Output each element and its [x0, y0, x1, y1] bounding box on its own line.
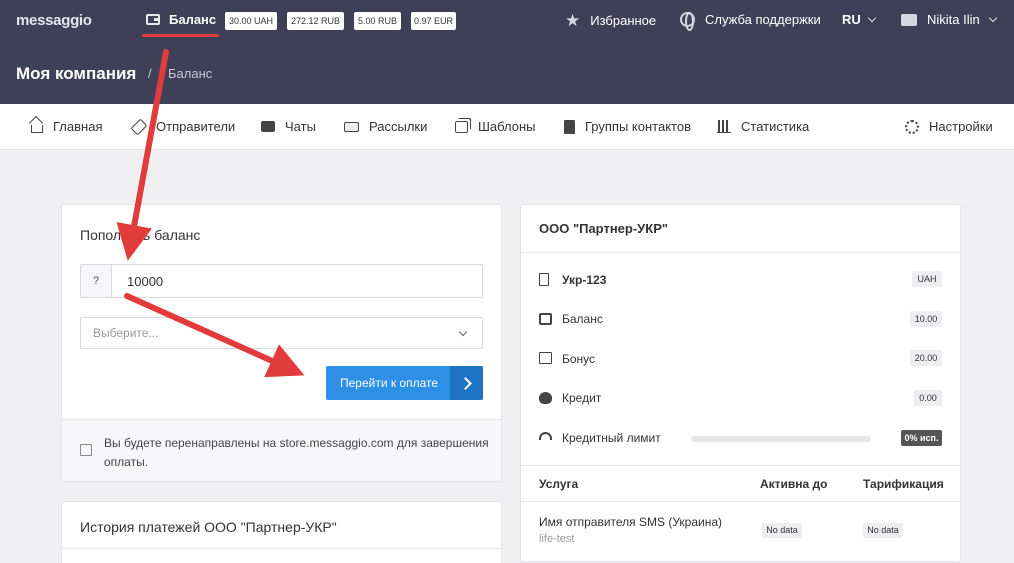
home-icon: [31, 125, 43, 133]
go-to-payment-button[interactable]: Перейти к оплате: [326, 366, 483, 400]
currency-badge-uah: 30.00 UAH: [225, 12, 277, 30]
balance-row-label: Баланс: [562, 312, 603, 326]
wallet-icon: [539, 313, 552, 325]
divider: [521, 501, 960, 502]
nav-item-campaigns[interactable]: Рассылки: [344, 119, 427, 134]
wallet-icon: [146, 14, 160, 25]
table-header-service: Услуга: [539, 477, 579, 491]
credit-limit-label: Кредитный лимит: [562, 431, 661, 445]
service-sender: life-test: [539, 533, 575, 545]
stats-icon: [717, 120, 731, 133]
gift-icon: [539, 352, 552, 364]
star-icon: ★: [565, 11, 581, 30]
nav-item-label: Рассылки: [369, 119, 428, 134]
redirect-note-text: Вы будете перенаправлены на store.messag…: [104, 436, 489, 469]
support-label: Служба поддержки: [705, 12, 821, 27]
nav-item-label: Чаты: [285, 119, 316, 134]
select-placeholder: Выберите...: [93, 326, 159, 340]
globe-icon: [680, 12, 695, 31]
chevron-down-icon: [458, 327, 468, 337]
tag-icon: [130, 118, 148, 135]
currency-badge-eur: 0.97 EUR: [411, 12, 456, 30]
nav-item-senders[interactable]: Отправители: [130, 118, 236, 135]
balance-label: Баланс: [169, 12, 217, 27]
top-bar: messaggio Баланс 30.00 UAH 272.12 RUB 5.…: [0, 0, 1014, 104]
nav-item-label: Отправители: [156, 119, 236, 134]
user-name: Nikita Ilin: [927, 12, 980, 27]
gear-icon: [905, 119, 919, 134]
active-until-value: No data: [762, 523, 802, 538]
breadcrumb-current: Баланс: [168, 66, 213, 81]
id-card-icon: [901, 13, 917, 26]
breadcrumb-company[interactable]: Моя компания: [16, 64, 136, 84]
amount-addon: ?: [81, 265, 112, 297]
language-label: RU: [842, 12, 861, 27]
nav-item-statistics[interactable]: Статистика: [717, 119, 809, 134]
amount-input[interactable]: ? 10000: [80, 264, 483, 298]
external-link-icon: [80, 444, 92, 456]
chevron-down-icon: [988, 13, 997, 23]
nav-item-chats[interactable]: Чаты: [261, 119, 316, 134]
go-to-payment-label: Перейти к оплате: [340, 376, 439, 390]
divider: [521, 465, 960, 466]
chevron-right-icon: [450, 366, 483, 400]
redirect-note: Вы будете перенаправлены на store.messag…: [62, 419, 501, 481]
nav-item-label: Статистика: [741, 119, 810, 134]
contacts-book-icon: [564, 119, 575, 134]
document-icon: [539, 273, 549, 286]
language-selector[interactable]: RU: [842, 12, 877, 27]
bonus-row-value: 20.00: [910, 350, 942, 366]
account-currency-badge: UAH: [912, 271, 942, 287]
nav-item-label: Настройки: [929, 119, 993, 134]
gauge-icon: [539, 432, 552, 440]
topup-title: Пополнить баланс: [80, 227, 201, 243]
logo[interactable]: messaggio: [16, 12, 92, 29]
breadcrumb-separator: /: [148, 66, 152, 81]
balance-row-value: 10.00: [910, 311, 942, 327]
partner-title: ООО "Партнер-УКР": [539, 221, 669, 236]
mail-icon: [344, 121, 359, 132]
table-header-active-until: Активна до: [760, 477, 828, 491]
nav-item-home[interactable]: Главная: [31, 119, 102, 134]
divider: [62, 548, 501, 549]
credit-row-value: 0.00: [914, 390, 942, 406]
favorites-label: Избранное: [590, 13, 657, 28]
nav-item-templates[interactable]: Шаблоны: [455, 119, 536, 134]
currency-badge-rub-2: 5.00 RUB: [354, 12, 401, 30]
template-icon: [455, 120, 468, 133]
support-link[interactable]: Служба поддержки: [680, 12, 821, 31]
payment-history-title: История платежей ООО "Партнер-УКР": [80, 519, 337, 535]
bonus-row-label: Бонус: [562, 352, 596, 366]
main-nav: Главная Отправители Чаты Рассылки Шаблон…: [0, 104, 1014, 150]
piggy-bank-icon: [539, 392, 552, 404]
balance-link[interactable]: Баланс: [146, 12, 216, 27]
nav-item-label: Шаблоны: [478, 119, 536, 134]
nav-item-contact-groups[interactable]: Группы контактов: [564, 119, 691, 134]
nav-item-label: Группы контактов: [585, 119, 691, 134]
billing-value: No data: [863, 523, 903, 538]
credit-limit-progress: [691, 436, 871, 442]
nav-item-settings[interactable]: Настройки: [905, 119, 993, 134]
table-header-billing: Тарификация: [863, 477, 944, 491]
chevron-down-icon: [867, 13, 877, 23]
amount-value: 10000: [127, 274, 164, 289]
chat-icon: [261, 121, 275, 132]
account-name: Укр-123: [562, 273, 607, 287]
nav-item-label: Главная: [53, 119, 103, 134]
service-name: Имя отправителя SMS (Украина): [539, 515, 723, 529]
annotation-underline: [142, 34, 219, 37]
divider: [521, 252, 960, 253]
user-menu[interactable]: Nikita Ilin: [901, 12, 997, 27]
currency-badge-rub: 272.12 RUB: [287, 12, 344, 30]
favorites-link[interactable]: ★ Избранное: [565, 12, 656, 29]
credit-row-label: Кредит: [562, 391, 602, 405]
partner-card: [520, 204, 961, 562]
credit-limit-used-badge: 0% исп.: [901, 430, 942, 446]
payment-method-select[interactable]: Выберите...: [80, 317, 483, 349]
